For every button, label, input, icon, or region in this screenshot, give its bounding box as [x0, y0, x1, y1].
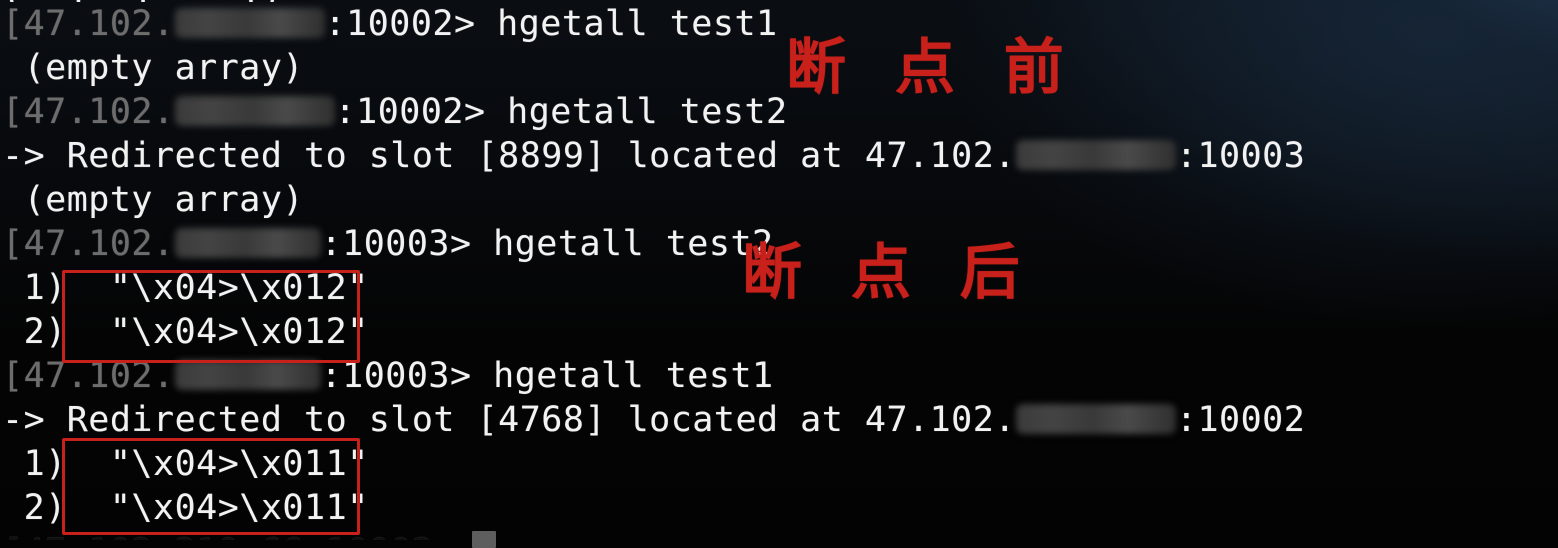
terminal-line-text: (empty array) — [2, 48, 305, 88]
prompt-prefix: [47.102. — [2, 4, 175, 44]
redirect-text: -> Redirected to slot [8899] located at … — [2, 136, 1016, 176]
redirect-port: :10003 — [1175, 136, 1306, 176]
prompt-suffix: :10002> hgetall test1 — [324, 4, 778, 44]
terminal-line-text: 1) "\x04>\x011" — [2, 444, 369, 484]
prompt-prefix: [47.102. — [2, 356, 175, 396]
prompt-suffix: :10003> hgetall test1 — [320, 356, 774, 396]
terminal-line-result-4: 2) "\x04>\x011" — [0, 486, 1558, 530]
terminal-line-prompt-1: [47.102. :10002> hgetall test1 — [0, 2, 1558, 46]
terminal-window[interactable]: ( 1 1 1) [47.102.:10002> hgetall test1 (… — [0, 0, 1558, 548]
terminal-line-empty-array-1: (empty array) — [0, 46, 1558, 90]
prompt-prefix: [47.102. — [2, 92, 175, 132]
redacted-ip-block — [174, 96, 335, 126]
terminal-line-result-3: 1) "\x04>\x011" — [0, 442, 1558, 486]
redirect-port: :10002 — [1175, 400, 1306, 440]
terminal-line-text: 2) "\x04>\x011" — [2, 488, 369, 528]
terminal-line-text: 1) "\x04>\x012" — [2, 268, 369, 308]
redacted-ip-block — [1015, 140, 1176, 170]
redacted-ip-block — [174, 360, 321, 390]
terminal-line-empty-array-2: (empty array) — [0, 178, 1558, 222]
annotation-text: 断 点 后 — [742, 238, 1034, 308]
terminal-line-redirect-2: -> Redirected to slot [4768] located at … — [0, 398, 1558, 442]
terminal-line-text: (empty array) — [2, 180, 305, 220]
annotation-text: 断 点 前 — [786, 33, 1078, 103]
terminal-line-redirect-1: -> Redirected to slot [8899] located at … — [0, 134, 1558, 178]
annotation-before-breakpoint: 断 点 前 — [786, 38, 1078, 98]
redirect-text: -> Redirected to slot [4768] located at … — [2, 400, 1016, 440]
terminal-line-clipped-bottom: [47.102.210.66:10002 — [0, 530, 1558, 540]
redacted-ip-block — [174, 228, 321, 258]
terminal-line-text: 2) "\x04>\x012" — [2, 312, 369, 352]
prompt-prefix: [47.102. — [2, 224, 175, 264]
terminal-block-cursor — [472, 531, 496, 548]
terminal-line-text: [47.102.210.66:10002 — [2, 532, 433, 540]
prompt-suffix: :10002> hgetall test2 — [334, 92, 788, 132]
terminal-line-result-2: 2) "\x04>\x012" — [0, 310, 1558, 354]
terminal-line-prompt-2: [47.102. :10002> hgetall test2 — [0, 90, 1558, 134]
redacted-ip-block — [1015, 404, 1176, 434]
terminal-line-prompt-4: [47.102. :10003> hgetall test1 — [0, 354, 1558, 398]
redacted-ip-block — [174, 8, 325, 38]
prompt-suffix: :10003> hgetall test2 — [320, 224, 774, 264]
annotation-after-breakpoint: 断 点 后 — [742, 243, 1034, 303]
